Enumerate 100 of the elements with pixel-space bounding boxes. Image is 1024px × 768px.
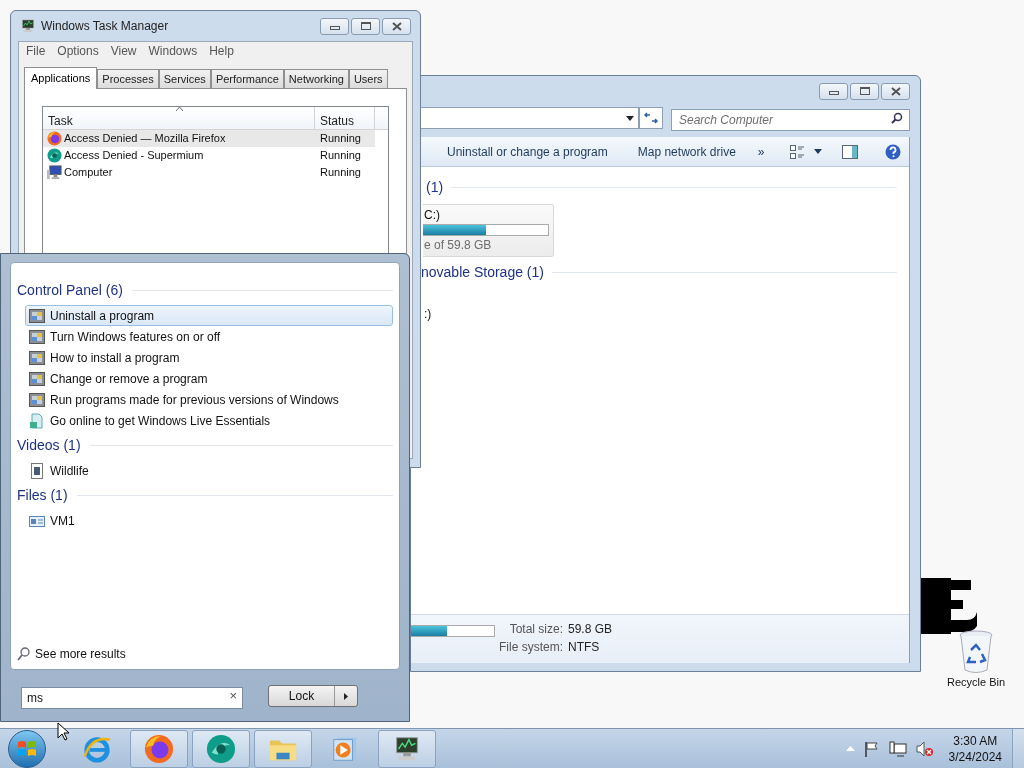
see-more-link[interactable]: See more results xyxy=(17,645,126,663)
control-panel-icon xyxy=(29,370,45,387)
drive-caption: e of 59.8 GB xyxy=(423,238,493,252)
group-header: (1) xyxy=(426,178,444,197)
result-label: VM1 xyxy=(50,512,75,530)
mouse-pointer-icon xyxy=(57,722,69,741)
result-label: Uninstall a program xyxy=(50,307,155,325)
document-icon xyxy=(29,412,45,429)
tab[interactable]: Networking xyxy=(283,69,349,88)
minimize-icon xyxy=(828,91,839,95)
result-label: Wildlife xyxy=(50,462,89,480)
menu-item[interactable]: Help xyxy=(209,42,234,60)
drive-label[interactable]: :) xyxy=(424,305,432,323)
minimize-button[interactable] xyxy=(819,82,848,100)
clock-date[interactable]: 3/24/2024 xyxy=(948,748,1002,765)
result-label: Go online to get Windows Live Essentials xyxy=(50,412,271,430)
search-result[interactable]: Uninstall a program xyxy=(25,305,393,326)
result-label: How to install a program xyxy=(50,349,180,367)
column-header[interactable]: Task xyxy=(43,107,315,129)
restore-icon xyxy=(360,22,371,30)
restore-icon xyxy=(859,87,870,95)
firefox-icon xyxy=(144,733,174,764)
menu-item[interactable]: Options xyxy=(57,42,99,60)
computer-icon xyxy=(47,165,62,180)
taskbar-button[interactable] xyxy=(192,729,250,768)
drive-label: C:) xyxy=(423,208,441,222)
task-name: Computer xyxy=(64,165,113,181)
search-icon xyxy=(17,647,30,661)
preview-pane-icon[interactable] xyxy=(841,144,858,159)
group-header: novable Storage (1) xyxy=(421,263,544,282)
toolbar-button[interactable]: Map network drive xyxy=(637,142,736,161)
group-header: Control Panel (6) xyxy=(17,281,123,300)
desktop-icon[interactable]: Recycle Bin xyxy=(940,630,1012,691)
volume-muted-icon[interactable] xyxy=(915,740,934,757)
minimize-button[interactable] xyxy=(320,17,349,35)
task-manager-icon xyxy=(20,18,36,34)
search-result[interactable]: Wildlife xyxy=(25,460,393,481)
group-header: Videos (1) xyxy=(17,436,81,455)
search-result[interactable]: VM1 xyxy=(25,510,393,531)
video-file-icon xyxy=(29,462,45,479)
search-field[interactable]: Search Computer xyxy=(671,109,910,131)
task-row[interactable]: Access Denied — Mozilla Firefox Running xyxy=(43,130,375,147)
maximize-button[interactable] xyxy=(351,17,380,35)
result-label: Change or remove a program xyxy=(50,370,208,388)
task-status: Running xyxy=(319,148,361,164)
view-icon[interactable] xyxy=(789,144,804,159)
dropdown-icon[interactable] xyxy=(813,149,822,154)
search-result[interactable]: Run programs made for previous versions of Windows xyxy=(25,389,393,410)
search-result[interactable]: How to install a program xyxy=(25,347,393,368)
control-panel-icon xyxy=(29,349,45,366)
close-button[interactable] xyxy=(881,82,910,100)
search-result[interactable]: Go online to get Windows Live Essentials xyxy=(25,410,393,431)
help-icon[interactable] xyxy=(884,143,901,160)
sort-icon xyxy=(176,107,183,111)
taskbar-button[interactable] xyxy=(130,729,188,768)
task-row[interactable]: Computer Running xyxy=(43,164,375,181)
detail-value: 59.8 GB xyxy=(568,621,613,637)
dropdown-icon xyxy=(626,115,634,121)
menu-item[interactable]: View xyxy=(110,42,137,60)
column-header[interactable]: Status xyxy=(315,107,375,129)
windows-logo-icon xyxy=(17,739,37,758)
clock-time[interactable]: 3:30 AM xyxy=(953,732,998,749)
taskbar-button[interactable] xyxy=(378,729,436,768)
desktop-icon-label: Recycle Bin xyxy=(946,675,1006,690)
group-header: Files (1) xyxy=(17,486,68,505)
flag-icon[interactable] xyxy=(863,740,880,757)
menu-item[interactable]: File xyxy=(26,42,46,60)
control-panel-icon xyxy=(29,391,45,408)
menu-item[interactable]: Windows xyxy=(148,42,198,60)
network-icon[interactable] xyxy=(888,740,907,757)
toolbar-button[interactable]: Uninstall or change a program xyxy=(447,142,608,161)
window-title: Windows Task Manager xyxy=(41,18,170,35)
supermium-icon xyxy=(47,148,62,163)
result-label: Turn Windows features on or off xyxy=(50,328,221,346)
search-icon xyxy=(891,112,903,124)
result-label: Run programs made for previous versions of Windows xyxy=(50,391,339,409)
control-panel-icon xyxy=(29,328,45,345)
clear-button[interactable]: × xyxy=(229,689,237,702)
close-button[interactable] xyxy=(382,17,411,35)
search-result[interactable]: Change or remove a program xyxy=(25,368,393,389)
search-result[interactable]: Turn Windows features on or off xyxy=(25,326,393,347)
refresh-icon xyxy=(644,112,658,124)
firefox-icon xyxy=(47,131,62,146)
task-status: Running xyxy=(319,165,361,181)
close-icon xyxy=(391,21,402,31)
tab[interactable]: Users xyxy=(348,69,388,88)
start-button[interactable] xyxy=(8,729,46,768)
more-button[interactable]: » xyxy=(757,142,765,161)
refresh-button[interactable] xyxy=(639,107,663,129)
tab[interactable]: Performance xyxy=(210,69,284,88)
supermium-icon xyxy=(206,733,236,764)
tab[interactable]: Applications xyxy=(24,67,98,89)
tab[interactable]: Processes xyxy=(97,69,159,88)
task-row[interactable]: Access Denied - Supermium Running xyxy=(43,147,375,164)
control-panel-icon xyxy=(29,307,45,324)
tab[interactable]: Services xyxy=(158,69,211,88)
maximize-button[interactable] xyxy=(850,82,879,100)
task-name: Access Denied - Supermium xyxy=(64,148,204,164)
drive-tile[interactable]: C:) e of 59.8 GB xyxy=(423,204,554,257)
task-name: Access Denied — Mozilla Firefox xyxy=(64,131,226,147)
